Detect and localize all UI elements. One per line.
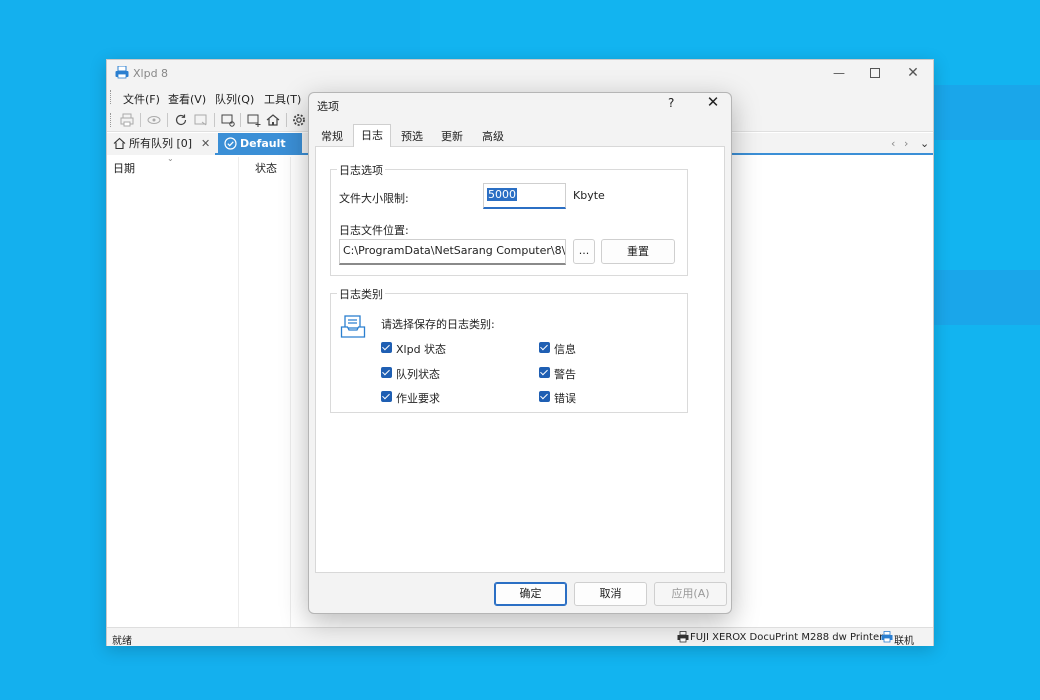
menu-grip xyxy=(110,90,112,104)
log-tray-icon xyxy=(340,315,366,338)
checkbox-checked-icon[interactable] xyxy=(539,342,550,353)
log-location-value: C:\ProgramData\NetSarang Computer\8\Xlpd… xyxy=(343,244,566,257)
close-icon[interactable]: ✕ xyxy=(201,133,210,155)
checkbox-checked-icon[interactable] xyxy=(539,367,550,378)
log-types-group: 日志类别 请选择保存的日志类别: Xlpd 状态 信息 队列状态 警告 作业要求… xyxy=(330,286,688,413)
status-ready: 就绪 xyxy=(112,636,132,647)
sort-caret-icon: ⌄ xyxy=(167,154,174,163)
status-bar: 就绪 FUJI XEROX DocuPrint M288 dw Printer … xyxy=(107,627,933,647)
checkbox-info[interactable]: 信息 xyxy=(539,341,659,356)
background-band xyxy=(930,270,1040,325)
checkbox-label: 队列状态 xyxy=(396,368,440,381)
size-limit-label: 文件大小限制: xyxy=(339,192,409,205)
column-divider xyxy=(238,157,239,627)
checkbox-label: Xlpd 状态 xyxy=(396,343,447,356)
log-options-group: 日志选项 文件大小限制: 5000 Kbyte 日志文件位置: C:\Progr… xyxy=(330,162,688,276)
column-divider xyxy=(290,157,291,627)
log-location-input[interactable]: C:\ProgramData\NetSarang Computer\8\Xlpd… xyxy=(339,239,566,265)
window-title: Xlpd 8 xyxy=(133,67,169,80)
checkbox-warning[interactable]: 警告 xyxy=(539,366,659,381)
gear-icon[interactable] xyxy=(291,112,307,128)
printer-app-icon xyxy=(115,66,129,79)
group-label: 日志类别 xyxy=(337,286,385,302)
checkbox-error[interactable]: 错误 xyxy=(539,390,659,405)
log-location-label: 日志文件位置: xyxy=(339,224,409,237)
tab-label: 所有队列 [0] xyxy=(129,137,193,150)
add-queue-icon[interactable] xyxy=(246,112,262,128)
toolbar-separator xyxy=(167,113,168,127)
cancel-button[interactable]: 取消 xyxy=(574,582,647,606)
background-band xyxy=(930,85,1040,140)
toolbar-separator xyxy=(140,113,141,127)
size-limit-value: 5000 xyxy=(487,188,517,201)
size-unit-label: Kbyte xyxy=(573,189,605,202)
tab-preselect[interactable]: 预选 xyxy=(397,127,427,146)
ok-button[interactable]: 确定 xyxy=(494,582,567,606)
toolbar-separator xyxy=(214,113,215,127)
toolbar-grip xyxy=(110,113,112,127)
toolbar-separator xyxy=(286,113,287,127)
checkbox-checked-icon[interactable] xyxy=(539,391,550,402)
maximize-icon[interactable] xyxy=(866,65,884,81)
group-label: 日志选项 xyxy=(337,162,385,178)
browse-button[interactable]: ... xyxy=(573,239,595,264)
checkbox-job-request[interactable]: 作业要求 xyxy=(381,390,531,405)
dialog-title: 选项 xyxy=(317,100,339,113)
printer-icon xyxy=(677,631,689,643)
tab-advanced[interactable]: 高级 xyxy=(478,127,508,146)
checkbox-checked-icon[interactable] xyxy=(381,342,392,353)
apply-button[interactable]: 应用(A) xyxy=(654,582,727,606)
preview-icon[interactable] xyxy=(146,112,162,128)
chevron-right-icon[interactable]: › xyxy=(904,133,908,155)
queue-settings-icon[interactable] xyxy=(220,112,236,128)
status-printer: FUJI XEROX DocuPrint M288 dw Printer xyxy=(690,632,884,643)
chevron-left-icon[interactable]: ‹ xyxy=(891,133,895,155)
column-header-date[interactable]: 日期 xyxy=(113,160,135,176)
menu-tools[interactable]: 工具(T) xyxy=(264,91,301,107)
title-bar: Xlpd 8 — ✕ xyxy=(107,60,933,86)
checkbox-label: 信息 xyxy=(554,343,576,356)
menu-file[interactable]: 文件(F) xyxy=(123,91,160,107)
menu-queue[interactable]: 队列(Q) xyxy=(215,91,254,107)
export-icon[interactable] xyxy=(193,112,209,128)
checkbox-queue-status[interactable]: 队列状态 xyxy=(381,366,531,381)
size-limit-input[interactable]: 5000 xyxy=(483,183,566,209)
home-icon xyxy=(113,137,126,150)
close-icon[interactable]: ✕ xyxy=(705,94,721,110)
log-tab-panel: 日志选项 文件大小限制: 5000 Kbyte 日志文件位置: C:\Progr… xyxy=(315,146,725,573)
status-online: 联机 xyxy=(894,636,914,647)
tab-log[interactable]: 日志 xyxy=(353,124,391,147)
options-dialog: 选项 ? ✕ 常规 日志 预选 更新 高级 日志选项 文件大小限制: 5000 … xyxy=(308,92,732,614)
checkbox-label: 警告 xyxy=(554,368,576,381)
home-icon[interactable] xyxy=(265,112,281,128)
help-icon[interactable]: ? xyxy=(668,96,674,110)
online-printer-icon xyxy=(881,631,893,643)
tab-general[interactable]: 常规 xyxy=(317,127,347,146)
log-types-instruction: 请选择保存的日志类别: xyxy=(381,318,495,331)
checkbox-checked-icon[interactable] xyxy=(381,391,392,402)
chevron-down-icon[interactable]: ⌄ xyxy=(920,133,929,155)
checkbox-checked-icon[interactable] xyxy=(381,367,392,378)
checkbox-label: 错误 xyxy=(554,392,576,405)
checkbox-xlpd-status[interactable]: Xlpd 状态 xyxy=(381,341,531,356)
check-circle-icon xyxy=(224,137,237,150)
menu-view[interactable]: 查看(V) xyxy=(168,91,206,107)
toolbar-separator xyxy=(240,113,241,127)
refresh-icon[interactable] xyxy=(173,112,189,128)
print-icon[interactable] xyxy=(119,112,135,128)
tab-default-queue[interactable]: Default [0] xyxy=(218,133,302,172)
tab-all-queues[interactable]: 所有队列 [0] ✕ xyxy=(107,133,215,155)
reset-button[interactable]: 重置 xyxy=(601,239,675,264)
checkbox-label: 作业要求 xyxy=(396,392,440,405)
close-icon[interactable]: ✕ xyxy=(904,65,922,81)
column-header-status[interactable]: 状态 xyxy=(255,160,277,176)
minimize-icon[interactable]: — xyxy=(830,65,848,81)
tab-update[interactable]: 更新 xyxy=(437,127,467,146)
